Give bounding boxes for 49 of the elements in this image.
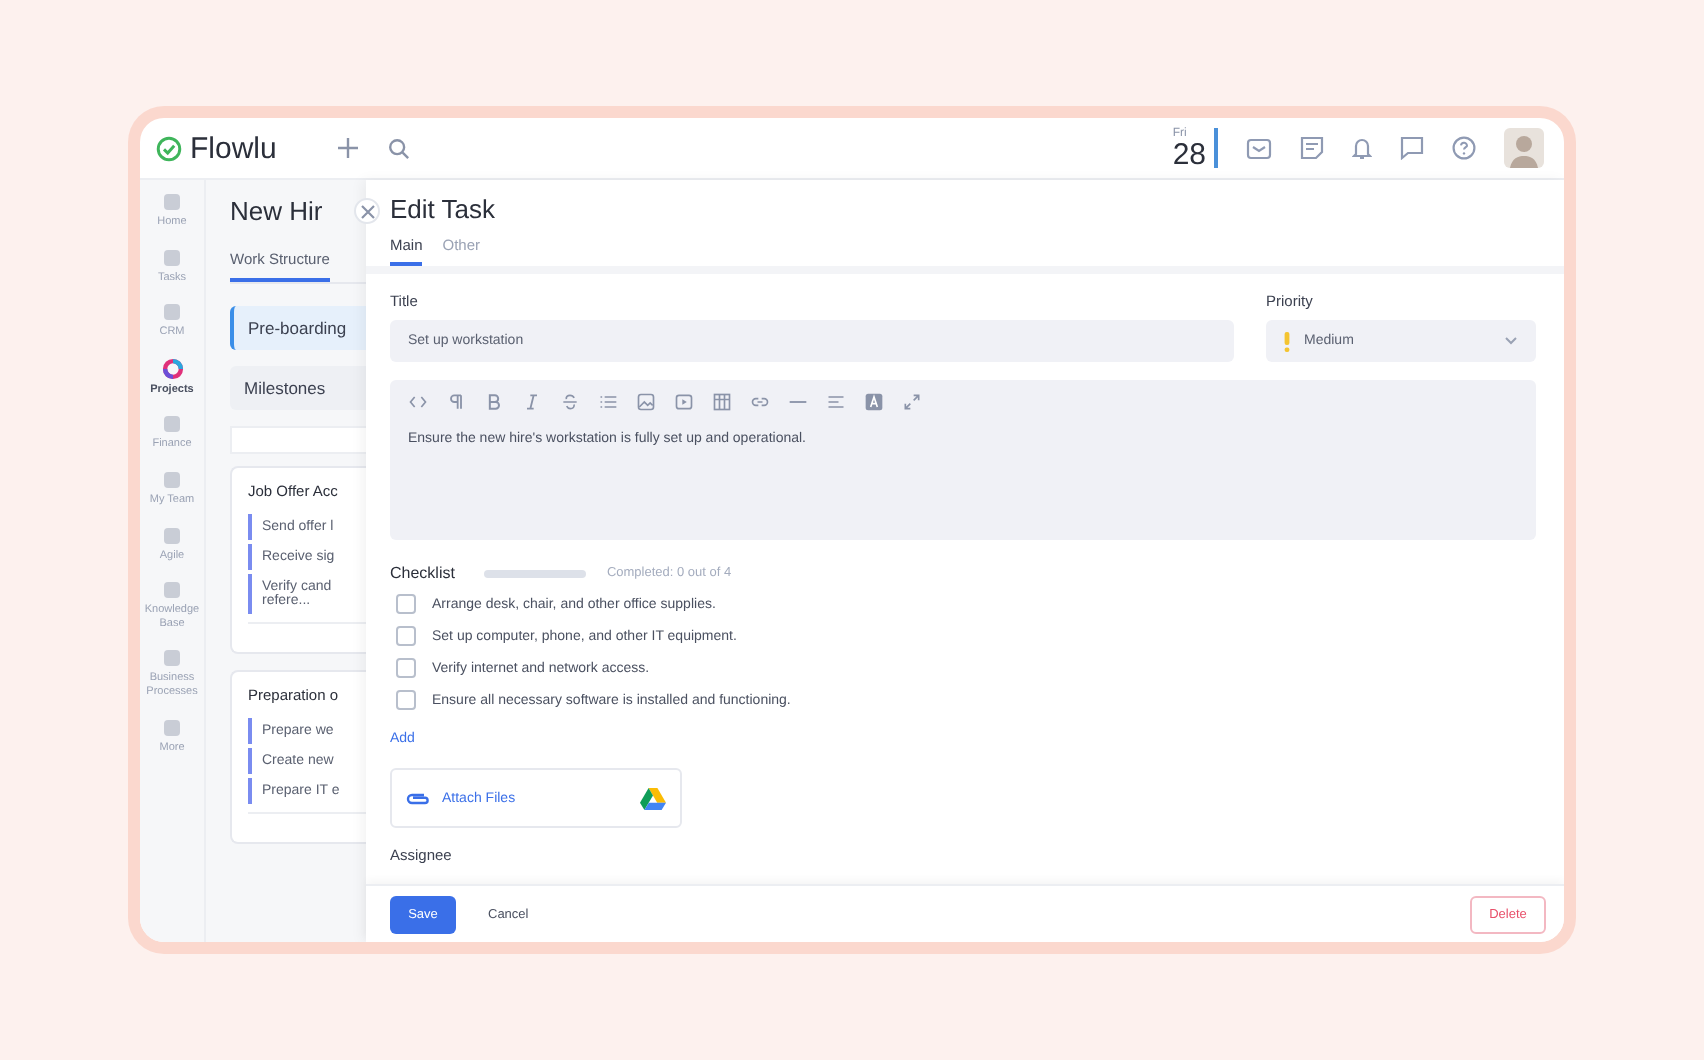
square-icon — [162, 525, 182, 546]
list-icon[interactable] — [598, 392, 618, 412]
square-icon — [162, 717, 182, 738]
paperclip-icon — [406, 791, 430, 805]
square-icon — [162, 247, 182, 268]
video-icon[interactable] — [674, 392, 694, 412]
stage-tab[interactable]: Milestones — [230, 366, 366, 410]
square-icon — [162, 414, 182, 435]
expand-icon[interactable] — [902, 392, 922, 412]
drive-triangle-icon[interactable] — [640, 787, 666, 809]
square-icon — [162, 302, 182, 323]
section-title: Checklist — [390, 564, 455, 582]
project-title: New Hir — [230, 196, 325, 226]
align-left-icon[interactable] — [826, 392, 846, 412]
table-icon[interactable] — [712, 392, 732, 412]
code-icon[interactable] — [408, 392, 428, 412]
mail-icon[interactable] — [1246, 137, 1272, 159]
square-icon — [162, 580, 182, 601]
strikethrough-icon[interactable] — [560, 392, 580, 412]
check-shield-icon — [156, 135, 182, 161]
note-icon[interactable] — [1300, 136, 1324, 160]
close-button[interactable] — [354, 198, 380, 224]
exclamation-icon — [1284, 331, 1290, 351]
help-icon[interactable] — [1452, 136, 1476, 160]
bell-icon[interactable] — [1352, 136, 1372, 160]
panel-title: Edit Task — [390, 194, 498, 224]
ring-icon — [161, 357, 183, 380]
date-label: 28 — [1172, 139, 1206, 169]
plus-icon[interactable] — [336, 136, 361, 160]
checkbox[interactable] — [396, 594, 416, 614]
checkbox[interactable] — [396, 658, 416, 678]
checkbox[interactable] — [396, 626, 416, 646]
search-icon[interactable] — [388, 137, 411, 159]
checkbox[interactable] — [396, 690, 416, 710]
text-color-icon[interactable] — [864, 392, 884, 412]
close-icon — [359, 203, 375, 219]
square-icon — [162, 648, 182, 669]
square-icon — [162, 192, 182, 212]
bold-icon[interactable] — [484, 392, 504, 412]
image-icon[interactable] — [636, 392, 656, 412]
square-icon — [162, 469, 182, 490]
stage-tab[interactable]: Pre-boarding — [230, 306, 366, 350]
italic-icon[interactable] — [522, 392, 542, 412]
chat-icon[interactable] — [1400, 136, 1424, 160]
avatar-silhouette[interactable] — [1504, 128, 1544, 168]
paragraph-icon[interactable] — [446, 392, 466, 412]
chevron-down-icon — [1504, 336, 1518, 346]
app-logo-text: Flowlu — [190, 131, 277, 165]
link-icon[interactable] — [750, 392, 770, 412]
